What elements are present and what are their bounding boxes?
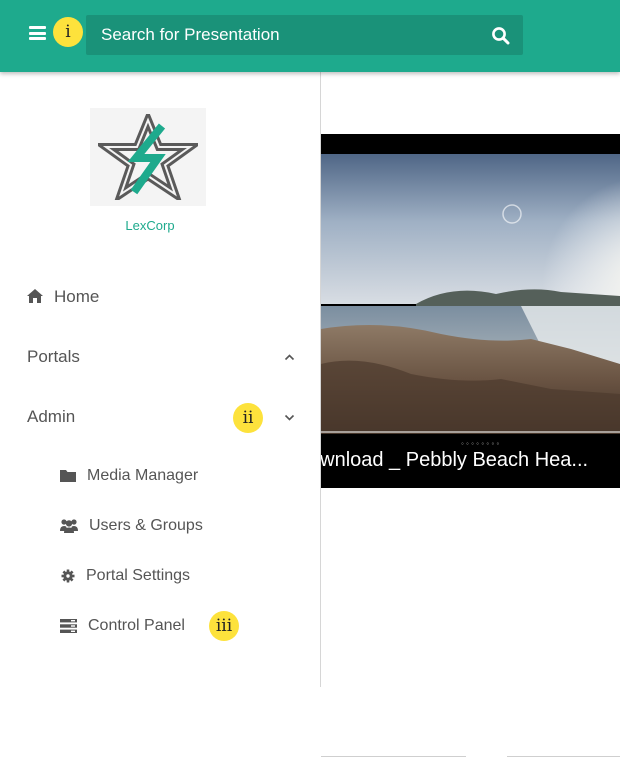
nav-home-label: Home xyxy=(54,287,100,306)
chevron-down-icon[interactable] xyxy=(284,412,295,423)
sidebar: LexCorp Home Portals Admin ii Media Mana… xyxy=(0,72,321,687)
sidebar-item-users-groups[interactable]: Users & Groups xyxy=(0,508,320,544)
org-name: LexCorp xyxy=(125,218,175,233)
nav-admin[interactable]: Admin ii xyxy=(0,397,320,437)
svg-text:◦ ◦ ◦ ◦ ◦ ◦ ◦ ◦: ◦ ◦ ◦ ◦ ◦ ◦ ◦ ◦ xyxy=(461,439,499,448)
star-logo-icon xyxy=(98,114,198,200)
video-caption: ownload _ Pebbly Beach Hea... xyxy=(321,449,589,471)
org-logo xyxy=(90,108,206,206)
hamburger-menu-icon[interactable] xyxy=(29,26,46,40)
gear-icon xyxy=(61,569,75,583)
search-icon[interactable] xyxy=(491,26,511,46)
beach-video-frame: ◦ ◦ ◦ ◦ ◦ ◦ ◦ ◦ xyxy=(321,134,620,488)
nav-portals-label: Portals xyxy=(27,347,80,366)
folder-icon xyxy=(60,470,76,482)
portal-settings-label: Portal Settings xyxy=(86,567,191,584)
nav-admin-label: Admin xyxy=(27,407,76,426)
sidebar-item-media-manager[interactable]: Media Manager xyxy=(0,458,320,494)
control-panel-icon xyxy=(60,619,77,633)
search-input[interactable] xyxy=(86,15,481,55)
sidebar-item-portal-settings[interactable]: Portal Settings xyxy=(0,558,320,594)
sidebar-item-control-panel[interactable]: Control Panel iii xyxy=(0,608,320,644)
main-content: ◦ ◦ ◦ ◦ ◦ ◦ ◦ ◦ ownload _ Pebbly Beach H… xyxy=(321,72,620,757)
nav-portals[interactable]: Portals xyxy=(0,337,320,377)
media-manager-label: Media Manager xyxy=(87,467,199,484)
video-thumbnail[interactable]: ◦ ◦ ◦ ◦ ◦ ◦ ◦ ◦ ownload _ Pebbly Beach H… xyxy=(321,134,620,488)
control-panel-label: Control Panel xyxy=(88,617,185,634)
top-app-bar: i xyxy=(0,0,620,72)
annotation-badge-ii: ii xyxy=(233,403,263,433)
search-bar xyxy=(86,15,523,55)
chevron-up-icon[interactable] xyxy=(284,352,295,363)
users-groups-label: Users & Groups xyxy=(89,517,203,534)
annotation-badge-i: i xyxy=(53,17,83,47)
home-icon xyxy=(27,289,43,303)
users-icon xyxy=(60,519,78,533)
annotation-badge-iii: iii xyxy=(209,611,239,641)
nav-home[interactable]: Home xyxy=(0,277,320,317)
